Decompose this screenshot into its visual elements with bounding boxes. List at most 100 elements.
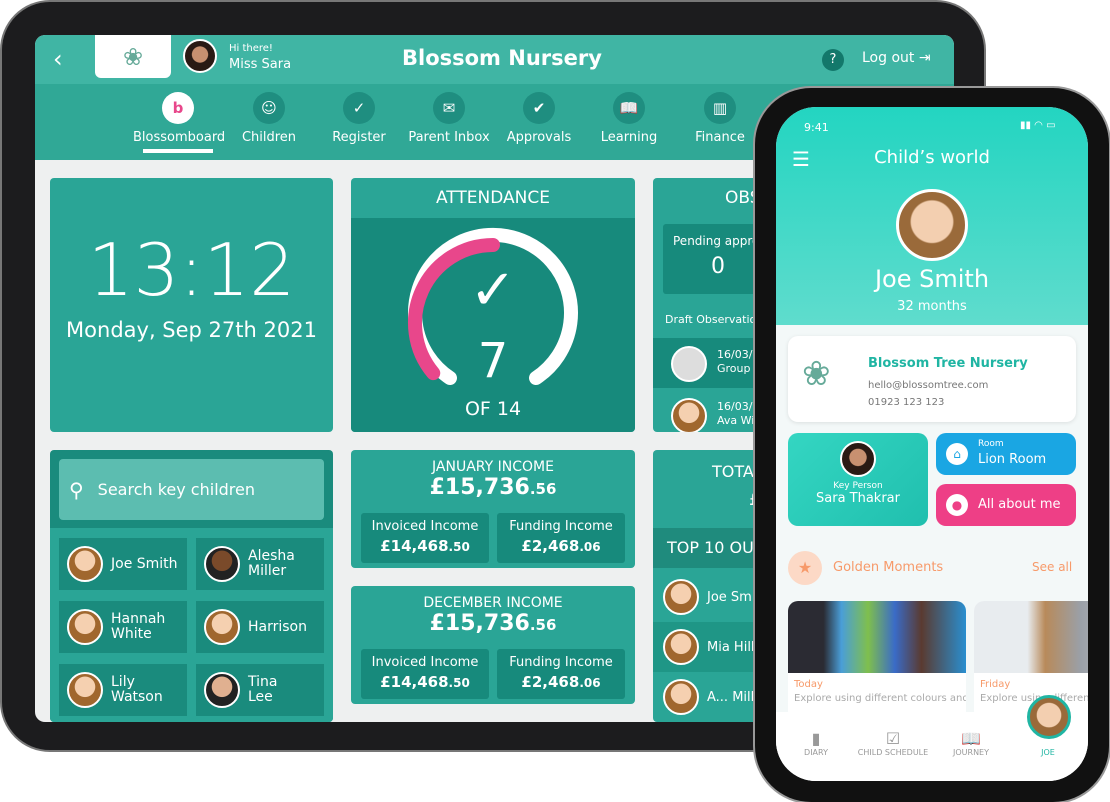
room-card[interactable]: ⌂ Room Lion Room [936,433,1076,475]
room-name: Lion Room [978,452,1047,467]
income-total: £15,736.56 [351,475,635,500]
child-tile[interactable]: Hannah White [59,601,187,653]
nav-label: Learning [600,130,658,145]
header: ‹ ❀ Hi there! Miss Sara Blossom Nursery … [35,35,954,84]
clock-time: 13:12 [87,228,296,312]
diary-icon: ▮ [811,729,821,748]
january-income-card[interactable]: JANUARY INCOME £15,736.56 Invoiced Incom… [351,450,635,568]
nursery-phone[interactable]: 01923 123 123 [868,397,944,408]
active-indicator [143,149,213,153]
nav-finance[interactable]: ▥ Finance [675,92,765,145]
star-icon: ★ [788,551,822,585]
nursery-name: Blossom Tree Nursery [868,356,1028,371]
group-icon [671,346,707,382]
attendance-body: ✓ 7 OF 14 [351,218,635,432]
status-icons: ▮▮ ◠ ▭ [1020,120,1056,131]
nursery-card[interactable]: ❀ Blossom Tree Nursery hello@blossomtree… [788,336,1076,422]
child-name: A... Mill [707,689,755,705]
calendar-check-icon: ✓ [343,92,375,124]
label: Funding Income [509,655,613,670]
present-count: 7 [477,333,509,389]
draft-label: Draft Observatio [665,313,757,326]
child-avatar [67,546,103,582]
nav-label: Approvals [506,130,572,145]
moment-day: Today [794,679,823,690]
screen-title: Child’s world [874,147,990,168]
nav-parent-inbox[interactable]: ✉ Parent Inbox [404,92,494,145]
check-icon: ✓ [469,258,517,323]
back-icon[interactable]: ‹ [53,45,63,73]
nav-label: Parent Inbox [408,130,490,145]
child-avatar [204,546,240,582]
funding-income: Funding Income £2,468.06 [497,513,625,563]
search-input[interactable]: ⚲ Search key children [59,459,324,520]
clock-date: Monday, Sep 27th 2021 [66,318,317,342]
app-title: Blossom Nursery [402,46,602,70]
tab-joe[interactable]: JOE [1008,748,1088,757]
inbox-icon: ✉ [433,92,465,124]
child-header: 9:41 ▮▮ ◠ ▭ ☰ Child’s world Joe Smith 32… [776,107,1088,325]
children-grid: Joe Smith Alesha Miller Hannah White Har… [50,528,333,722]
attendance-title: ATTENDANCE [436,188,550,208]
child-name: Joe Smith [874,265,990,293]
tab-journey[interactable]: 📖 JOURNEY [931,729,1011,757]
child-avatar [204,672,240,708]
tab-diary[interactable]: ▮ DIARY [776,729,856,757]
child-avatar [671,398,707,432]
nursery-logo: ❀ [95,35,171,78]
child-name: Alesha Miller [248,548,295,579]
search-icon: ⚲ [69,477,84,502]
child-avatar [663,579,699,615]
income-title: JANUARY INCOME [432,459,554,475]
nav-label: Register [332,130,386,145]
nav-children[interactable]: ☺ Children [224,92,314,145]
smiley-icon: ☺ [253,92,285,124]
nursery-email[interactable]: hello@blossomtree.com [868,380,988,391]
child-name: Tina Lee [248,674,278,705]
see-all-link[interactable]: See all [1032,560,1072,574]
child-avatar [204,609,240,645]
invoiced-income: Invoiced Income £14,468.50 [361,513,489,563]
key-person-name: Sara Thakrar [816,491,900,506]
logout-label: Log out [862,50,915,66]
attendance-card[interactable]: ATTENDANCE ✓ 7 OF 14 [351,178,635,432]
all-about-me-label: All about me [978,497,1061,512]
nav-label: Finance [695,130,745,145]
key-person-card[interactable]: Key Person Sara Thakrar [788,433,928,526]
total-main: £15,736 [429,611,530,636]
child-tile[interactable]: Tina Lee [196,664,324,716]
tab-label: JOURNEY [953,748,989,757]
user-avatar [183,39,217,73]
december-income-card[interactable]: DECEMBER INCOME £15,736.56 Invoiced Inco… [351,586,635,704]
child-avatar [663,679,699,715]
decimal: .50 [448,676,470,690]
clock-card: 13:12 Monday, Sep 27th 2021 [50,178,333,432]
total-dec: .56 [529,616,557,634]
child-tile[interactable]: Joe Smith [59,538,187,590]
journey-icon: 📖 [961,729,981,748]
child-name: Joe Smith [111,555,178,572]
nav-learning[interactable]: 📖 Learning [584,92,674,145]
nav-register[interactable]: ✓ Register [314,92,404,145]
child-tile[interactable]: Lily Watson [59,664,187,716]
invoiced-income: Invoiced Income £14,468.50 [361,649,489,699]
moment-card[interactable]: Today Explore using different colours an… [788,601,966,721]
nav-approvals[interactable]: ✔ Approvals [494,92,584,145]
avatar[interactable] [1027,695,1071,739]
total-dec: .56 [529,480,557,498]
all-about-me-button[interactable]: ● All about me [936,484,1076,526]
golden-moments-title: Golden Moments [833,560,944,575]
logout-button[interactable]: Log out ⇥ [862,50,931,66]
nav-blossomboard[interactable]: b Blossomboard [133,92,225,153]
income-title: DECEMBER INCOME [423,595,563,611]
key-children-card: ⚲ Search key children Joe Smith Alesha Mi… [50,450,333,722]
key-person-avatar [840,441,876,477]
tab-child-schedule[interactable]: ☑ CHILD SCHEDULE [853,729,933,757]
child-tile[interactable]: Alesha Miller [196,538,324,590]
help-button[interactable]: ? [822,49,844,71]
tab-bar: ▮ DIARY ☑ CHILD SCHEDULE 📖 JOURNEY JOE [776,695,1088,781]
label: Invoiced Income [371,655,479,670]
phone-frame: 9:41 ▮▮ ◠ ▭ ☰ Child’s world Joe Smith 32… [755,88,1109,802]
elephant-icon: ● [946,494,968,516]
child-tile[interactable]: Harrison [196,601,324,653]
